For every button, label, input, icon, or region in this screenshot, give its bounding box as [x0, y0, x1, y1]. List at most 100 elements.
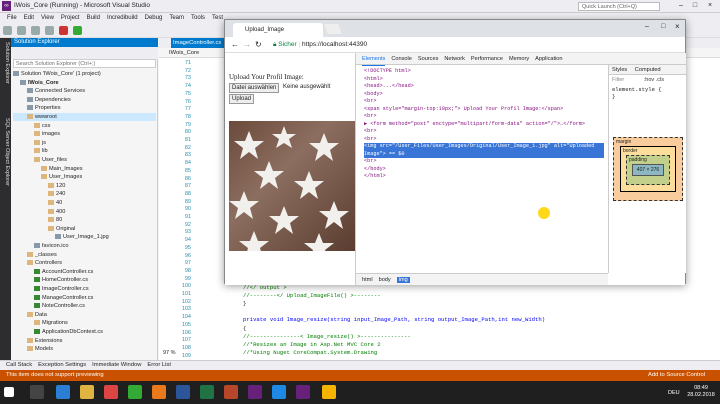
tree-item[interactable]: Solution 'IWois_Core' (1 project): [13, 70, 156, 78]
side-tab-sql-explorer[interactable]: SQL Server Object Explorer: [1, 118, 10, 186]
forward-arrow-icon[interactable]: →: [243, 40, 251, 49]
maximize-button[interactable]: □: [690, 1, 700, 11]
forward-icon[interactable]: [17, 26, 26, 35]
tree-item[interactable]: 400: [13, 208, 156, 216]
tree-item[interactable]: 80: [13, 216, 156, 224]
app-icon-2[interactable]: [128, 385, 142, 399]
dom-node[interactable]: <span style="margin-top:10px;"> Upload Y…: [364, 106, 563, 114]
tree-item[interactable]: _classes: [13, 251, 156, 259]
output-tab[interactable]: Call Stack: [6, 361, 32, 370]
dom-node[interactable]: <!DOCTYPE html>: [364, 68, 411, 76]
devtools-tab-network[interactable]: Network: [444, 53, 465, 65]
back-arrow-icon[interactable]: ←: [231, 40, 239, 49]
tab-styles[interactable]: Styles: [612, 67, 627, 73]
side-tab-solution-explorer[interactable]: Solution Explorer: [1, 42, 10, 84]
element-style-rule[interactable]: element.style { }: [609, 85, 686, 101]
menu-item-tools[interactable]: Tools: [191, 13, 205, 23]
tree-item[interactable]: ManageController.cs: [13, 294, 156, 302]
powerpoint-icon[interactable]: [224, 385, 238, 399]
tree-item[interactable]: IWois_Core: [13, 79, 156, 87]
word-icon[interactable]: [176, 385, 190, 399]
browser-tab[interactable]: Upload_Image: [233, 23, 323, 37]
tree-item[interactable]: 240: [13, 190, 156, 198]
browser-maximize-button[interactable]: □: [661, 23, 665, 30]
visual-studio-icon-2[interactable]: [296, 385, 310, 399]
tree-item[interactable]: lib: [13, 147, 156, 155]
tree-item[interactable]: images: [13, 130, 156, 138]
clock[interactable]: 08:49 28.02.2018: [684, 385, 718, 399]
browser-close-button[interactable]: ×: [675, 22, 680, 31]
excel-icon[interactable]: [200, 385, 214, 399]
tree-item[interactable]: HomeController.cs: [13, 276, 156, 284]
tree-item[interactable]: Connected Services: [13, 87, 156, 95]
keyboard-language[interactable]: DEU: [668, 390, 680, 396]
output-tab[interactable]: Error List: [147, 361, 171, 370]
menu-item-incredibuild[interactable]: Incredibuild: [107, 13, 138, 23]
app-icon[interactable]: [104, 385, 118, 399]
app-icon-3[interactable]: [272, 385, 286, 399]
menu-item-file[interactable]: File: [7, 13, 17, 23]
dom-node[interactable]: <br>: [364, 158, 376, 166]
tree-item[interactable]: 120: [13, 182, 156, 190]
tree-item[interactable]: wwwroot: [13, 113, 156, 121]
tree-item[interactable]: Original: [13, 225, 156, 233]
close-button[interactable]: ×: [705, 1, 715, 11]
dom-node[interactable]: <br>: [364, 136, 376, 144]
upload-button[interactable]: Upload: [229, 94, 255, 104]
firefox-icon[interactable]: [152, 385, 166, 399]
dom-node[interactable]: <html>: [364, 76, 383, 84]
devtools-tab-application[interactable]: Application: [535, 53, 562, 65]
dom-node[interactable]: </html>: [364, 173, 386, 181]
devtools-tab-sources[interactable]: Sources: [418, 53, 439, 65]
tree-item[interactable]: User_Image_1.jpg: [13, 233, 156, 241]
tree-item[interactable]: User_Images: [13, 173, 156, 181]
continue-icon[interactable]: [73, 26, 82, 35]
breadcrumb-html[interactable]: html: [362, 277, 373, 283]
chrome-icon[interactable]: [322, 385, 336, 399]
output-tab[interactable]: Exception Settings: [38, 361, 86, 370]
tab-image-controller[interactable]: ImageController.cs: [171, 38, 229, 48]
tree-item[interactable]: Models: [13, 345, 156, 353]
breadcrumb-body[interactable]: body: [379, 277, 391, 283]
reload-icon[interactable]: ↻: [255, 40, 262, 49]
tree-item[interactable]: Controllers: [13, 259, 156, 267]
menu-item-view[interactable]: View: [41, 13, 54, 23]
menu-item-edit[interactable]: Edit: [24, 13, 34, 23]
search-icon[interactable]: [30, 385, 44, 399]
tab-computed[interactable]: Computed: [635, 67, 661, 73]
menu-item-debug[interactable]: Debug: [145, 13, 163, 23]
tree-item[interactable]: Properties: [13, 104, 156, 112]
menu-item-test[interactable]: Test: [212, 13, 223, 23]
source-control-button[interactable]: Add to Source Control: [648, 370, 705, 381]
tree-item[interactable]: ImageController.cs: [13, 285, 156, 293]
undo-icon[interactable]: [45, 26, 54, 35]
devtools-tab-performance[interactable]: Performance: [471, 53, 503, 65]
tree-item[interactable]: Main_Images: [13, 165, 156, 173]
tree-item[interactable]: User_files: [13, 156, 156, 164]
hov-cls-toggle[interactable]: :hov .cls: [644, 77, 664, 83]
tree-item[interactable]: NoteController.cs: [13, 302, 156, 310]
zoom-level[interactable]: 97 %: [163, 350, 176, 356]
dom-node[interactable]: <br>: [364, 113, 376, 121]
browser-minimize-button[interactable]: –: [645, 23, 649, 30]
new-tab-button[interactable]: [324, 24, 342, 34]
tree-item[interactable]: Migrations: [13, 319, 156, 327]
tree-item[interactable]: Data: [13, 311, 156, 319]
explorer-icon[interactable]: [80, 385, 94, 399]
tree-item[interactable]: AccountController.cs: [13, 268, 156, 276]
dom-node[interactable]: <br>: [364, 128, 376, 136]
tree-item[interactable]: js: [13, 139, 156, 147]
tree-item[interactable]: 40: [13, 199, 156, 207]
minimize-button[interactable]: –: [676, 1, 686, 11]
solution-search-input[interactable]: Search Solution Explorer (Ctrl+;): [13, 59, 156, 68]
dom-node[interactable]: <head>...</head>: [364, 83, 414, 91]
tree-item[interactable]: css: [13, 122, 156, 130]
tree-item[interactable]: ApplicationDbContext.cs: [13, 328, 156, 336]
quick-launch-input[interactable]: Quick Launch (Ctrl+Q): [578, 2, 660, 11]
menu-item-build[interactable]: Build: [87, 13, 100, 23]
dom-node[interactable]: <br>: [364, 98, 376, 106]
dom-node[interactable]: <img src="/User_Files/User_Images/Origin…: [364, 143, 604, 151]
menu-item-project[interactable]: Project: [61, 13, 80, 23]
dom-node[interactable]: ▶ <form method="post" enctype="multipart…: [364, 121, 585, 129]
visual-studio-icon[interactable]: [248, 385, 262, 399]
